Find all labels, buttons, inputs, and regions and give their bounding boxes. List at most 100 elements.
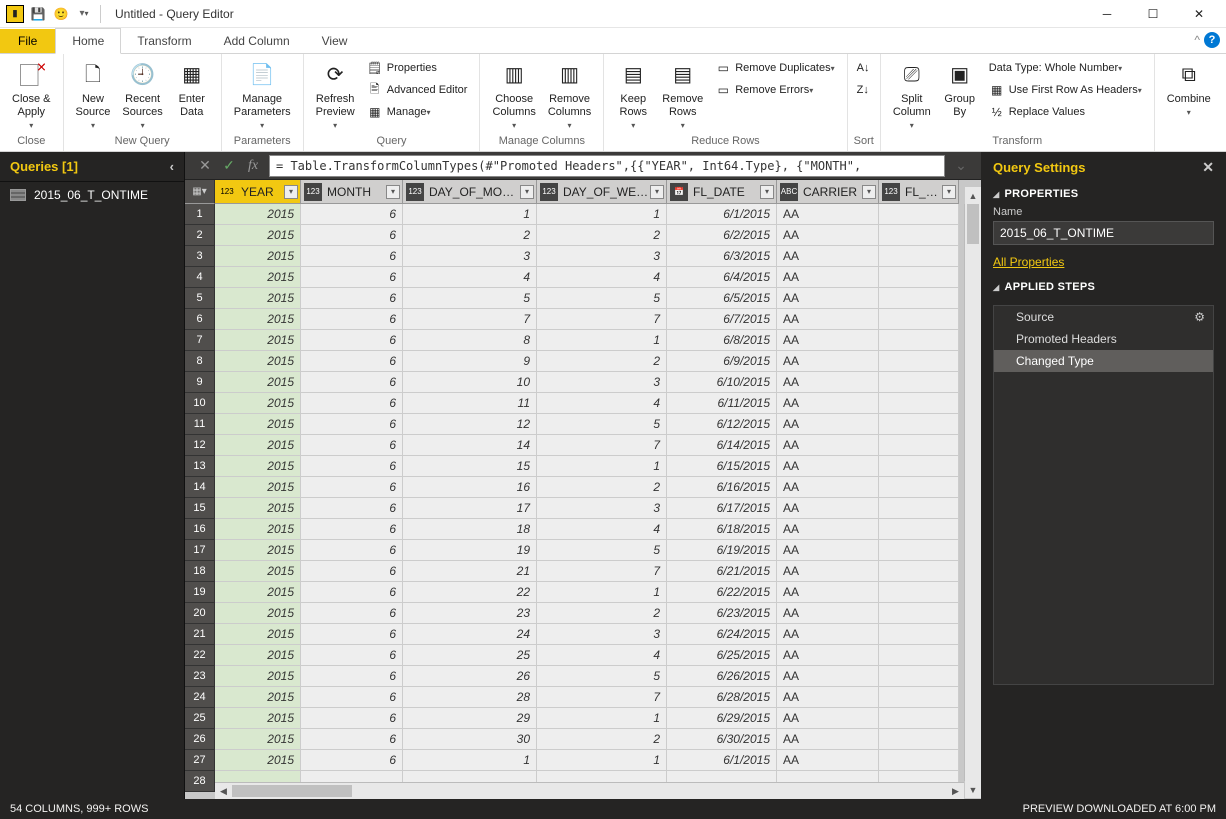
- vertical-scrollbar[interactable]: ▲ ▼: [964, 204, 981, 781]
- row-number[interactable]: 12: [185, 435, 215, 456]
- close-apply-button[interactable]: ✕ Close &Apply: [6, 57, 57, 134]
- scroll-thumb-h[interactable]: [232, 785, 352, 797]
- first-row-headers-button[interactable]: ▦Use First Row As Headers: [983, 79, 1148, 101]
- cell[interactable]: 1: [537, 750, 667, 771]
- combine-button[interactable]: ⧉Combine: [1161, 57, 1217, 121]
- cell[interactable]: 6: [301, 309, 403, 330]
- help-icon[interactable]: ?: [1204, 32, 1220, 48]
- cell[interactable]: 6/18/2015: [667, 519, 777, 540]
- cell[interactable]: 6: [301, 456, 403, 477]
- cell[interactable]: 2: [537, 477, 667, 498]
- scroll-up-icon[interactable]: ▲: [965, 187, 981, 204]
- cell[interactable]: 3: [537, 372, 667, 393]
- cell[interactable]: 1: [537, 708, 667, 729]
- cell[interactable]: [879, 666, 959, 687]
- cell[interactable]: 7: [537, 435, 667, 456]
- cell[interactable]: 2015: [215, 708, 301, 729]
- cell[interactable]: 2015: [215, 561, 301, 582]
- cell[interactable]: 2015: [215, 225, 301, 246]
- cell[interactable]: [879, 414, 959, 435]
- cell[interactable]: 6/22/2015: [667, 582, 777, 603]
- cell[interactable]: 10: [403, 372, 537, 393]
- row-number[interactable]: 16: [185, 519, 215, 540]
- cell[interactable]: 1: [403, 750, 537, 771]
- cell[interactable]: [879, 708, 959, 729]
- cell[interactable]: 5: [403, 288, 537, 309]
- cell[interactable]: 28: [403, 687, 537, 708]
- filter-icon[interactable]: ▾: [284, 185, 298, 199]
- cell[interactable]: AA: [777, 603, 879, 624]
- cell[interactable]: 17: [403, 498, 537, 519]
- cell[interactable]: [879, 603, 959, 624]
- cell[interactable]: 15: [403, 456, 537, 477]
- cell[interactable]: AA: [777, 729, 879, 750]
- remove-errors-button[interactable]: ▭Remove Errors: [709, 79, 840, 101]
- cell[interactable]: [879, 309, 959, 330]
- cell[interactable]: 4: [403, 267, 537, 288]
- cell[interactable]: AA: [777, 645, 879, 666]
- horizontal-scrollbar[interactable]: ◀ ▶: [215, 782, 964, 799]
- cell[interactable]: 6/19/2015: [667, 540, 777, 561]
- row-number[interactable]: 10: [185, 393, 215, 414]
- cell[interactable]: 6: [301, 477, 403, 498]
- cell[interactable]: 30: [403, 729, 537, 750]
- cell[interactable]: 6: [301, 393, 403, 414]
- scroll-left-icon[interactable]: ◀: [215, 783, 232, 799]
- column-header-year[interactable]: 123YEAR▾: [215, 180, 301, 204]
- cell[interactable]: [879, 561, 959, 582]
- row-number[interactable]: 15: [185, 498, 215, 519]
- row-number[interactable]: 1: [185, 204, 215, 225]
- cell[interactable]: 6/26/2015: [667, 666, 777, 687]
- cell[interactable]: 3: [537, 498, 667, 519]
- cell[interactable]: 6/24/2015: [667, 624, 777, 645]
- cell[interactable]: 9: [403, 351, 537, 372]
- cell[interactable]: 6/4/2015: [667, 267, 777, 288]
- cell[interactable]: 2015: [215, 540, 301, 561]
- cell[interactable]: 2015: [215, 750, 301, 771]
- cell[interactable]: 6: [301, 729, 403, 750]
- cell[interactable]: 1: [537, 456, 667, 477]
- cell[interactable]: 2015: [215, 414, 301, 435]
- all-properties-link[interactable]: All Properties: [993, 255, 1064, 269]
- cell[interactable]: [879, 267, 959, 288]
- scroll-right-icon[interactable]: ▶: [947, 783, 964, 799]
- cell[interactable]: 6: [301, 687, 403, 708]
- cell[interactable]: 6: [301, 372, 403, 393]
- cell[interactable]: AA: [777, 204, 879, 225]
- cell[interactable]: 2015: [215, 246, 301, 267]
- cell[interactable]: 6/9/2015: [667, 351, 777, 372]
- close-button[interactable]: ✕: [1176, 0, 1222, 28]
- cell[interactable]: 6/7/2015: [667, 309, 777, 330]
- cell[interactable]: 6: [301, 330, 403, 351]
- cell[interactable]: [879, 498, 959, 519]
- cell[interactable]: [879, 540, 959, 561]
- cell[interactable]: 2: [537, 603, 667, 624]
- cell[interactable]: 6: [301, 204, 403, 225]
- cell[interactable]: 2015: [215, 330, 301, 351]
- cell[interactable]: 6/14/2015: [667, 435, 777, 456]
- cell[interactable]: 2015: [215, 729, 301, 750]
- column-header-fl_date[interactable]: 📅FL_DATE▾: [667, 180, 777, 204]
- column-header-day_of_week[interactable]: 123DAY_OF_WEEK▾: [537, 180, 667, 204]
- refresh-preview-button[interactable]: ⟳RefreshPreview: [310, 57, 361, 134]
- tab-file[interactable]: File: [0, 29, 55, 53]
- cell[interactable]: 6: [301, 750, 403, 771]
- cell[interactable]: [879, 624, 959, 645]
- cell[interactable]: 6/28/2015: [667, 687, 777, 708]
- cell[interactable]: 25: [403, 645, 537, 666]
- cell[interactable]: 6: [301, 624, 403, 645]
- cell[interactable]: 2015: [215, 309, 301, 330]
- row-number[interactable]: 25: [185, 708, 215, 729]
- cell[interactable]: 6: [301, 708, 403, 729]
- scroll-thumb-v[interactable]: [967, 204, 979, 244]
- cell[interactable]: AA: [777, 498, 879, 519]
- cell[interactable]: 2015: [215, 498, 301, 519]
- cell[interactable]: 7: [537, 561, 667, 582]
- cell[interactable]: 6: [301, 519, 403, 540]
- filter-icon[interactable]: ▾: [760, 185, 774, 199]
- cell[interactable]: [879, 456, 959, 477]
- save-icon[interactable]: 💾: [27, 3, 49, 25]
- cell[interactable]: [879, 351, 959, 372]
- cell[interactable]: AA: [777, 435, 879, 456]
- collapse-ribbon-icon[interactable]: ^: [1194, 33, 1200, 47]
